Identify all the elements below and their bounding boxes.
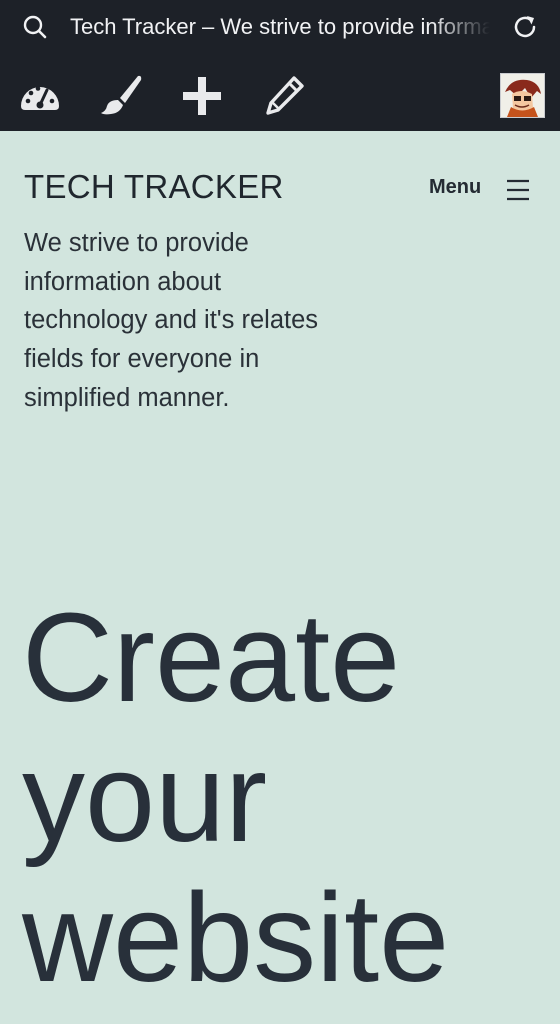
dashboard-gauge-icon[interactable] <box>16 72 64 120</box>
search-icon[interactable] <box>22 14 48 40</box>
admin-toolbar <box>0 64 560 128</box>
site-tagline: We strive to provide information about t… <box>24 229 319 412</box>
hero-line: website <box>22 867 450 1008</box>
customize-brush-icon[interactable] <box>96 72 144 120</box>
site-title[interactable]: TECH TRACKER <box>24 168 284 206</box>
reload-icon[interactable] <box>511 13 539 41</box>
edit-pencil-icon[interactable] <box>260 72 308 120</box>
user-avatar[interactable] <box>500 73 545 118</box>
hamburger-icon <box>505 177 531 203</box>
hero-line: your <box>22 727 268 868</box>
hero-heading: Create your website <box>22 588 449 1008</box>
menu-label: Menu <box>429 176 482 198</box>
hero-line: Create <box>22 587 401 728</box>
address-bar[interactable]: Tech Tracker – We strive to provide info… <box>0 0 560 54</box>
page-title[interactable]: Tech Tracker – We strive to provide info… <box>70 10 490 44</box>
menu-button[interactable]: Menu <box>428 172 538 208</box>
new-plus-icon[interactable] <box>178 72 226 120</box>
top-bar: Tech Tracker – We strive to provide info… <box>0 0 560 131</box>
